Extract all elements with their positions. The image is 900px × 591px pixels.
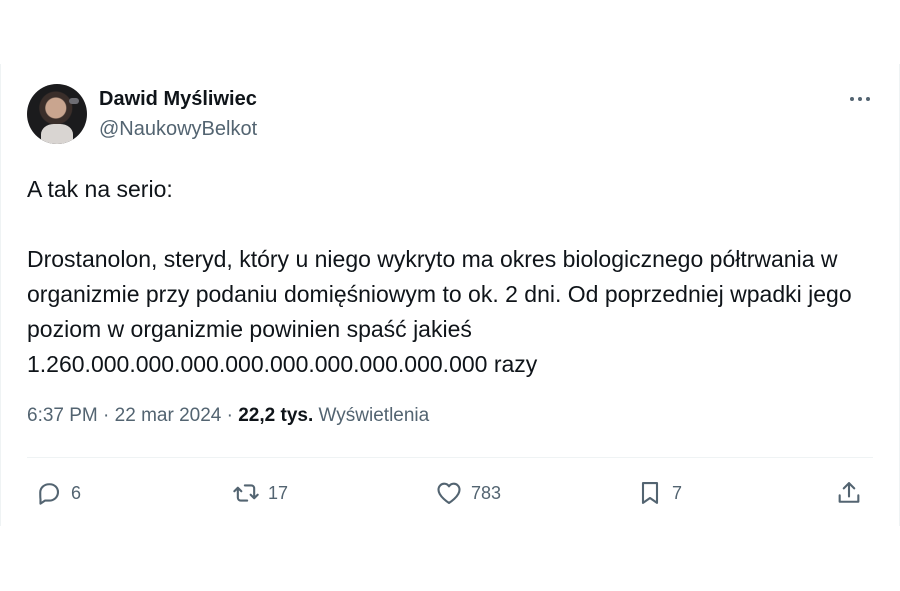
meta-separator: · [103, 405, 110, 426]
share-icon [838, 482, 860, 503]
bookmark-icon [641, 482, 659, 504]
tweet-paragraph: Drostanolon, steryd, który u niego wykry… [27, 246, 852, 377]
retweet-icon [233, 484, 259, 502]
retweet-count: 17 [268, 482, 289, 503]
tweet-metadata: 6:37 PM · 22 mar 2024 · 22,2 tys. Wyświe… [27, 405, 429, 427]
divider [27, 457, 873, 458]
more-icon[interactable] [843, 88, 877, 110]
reply-button[interactable]: 6 [35, 478, 81, 508]
tweet-paragraph: A tak na serio: [27, 176, 173, 202]
views-label: Wyświetlenia [318, 405, 430, 426]
meta-separator: · [226, 405, 233, 426]
avatar-background-light [69, 98, 79, 104]
reply-count: 6 [71, 482, 82, 503]
avatar-shirt [41, 124, 73, 144]
tweet-card: Dawid Myśliwiec @NaukowyBelkot A tak na … [0, 64, 900, 526]
like-count: 783 [471, 482, 502, 503]
like-icon [437, 482, 461, 504]
like-button[interactable]: 783 [435, 478, 501, 508]
display-name[interactable]: Dawid Myśliwiec [99, 88, 257, 111]
retweet-button[interactable]: 17 [232, 478, 288, 508]
bookmark-count: 7 [672, 482, 683, 503]
bookmark-button[interactable]: 7 [636, 478, 682, 508]
tweet-time[interactable]: 6:37 PM [27, 405, 98, 426]
avatar[interactable] [27, 84, 87, 144]
views-count: 22,2 tys. [238, 405, 314, 426]
tweet-date[interactable]: 22 mar 2024 [115, 405, 222, 426]
tweet-text: A tak na serio: Drostanolon, steryd, któ… [27, 172, 877, 382]
share-button[interactable] [835, 478, 863, 508]
reply-icon [39, 483, 60, 505]
user-handle[interactable]: @NaukowyBelkot [99, 118, 257, 141]
